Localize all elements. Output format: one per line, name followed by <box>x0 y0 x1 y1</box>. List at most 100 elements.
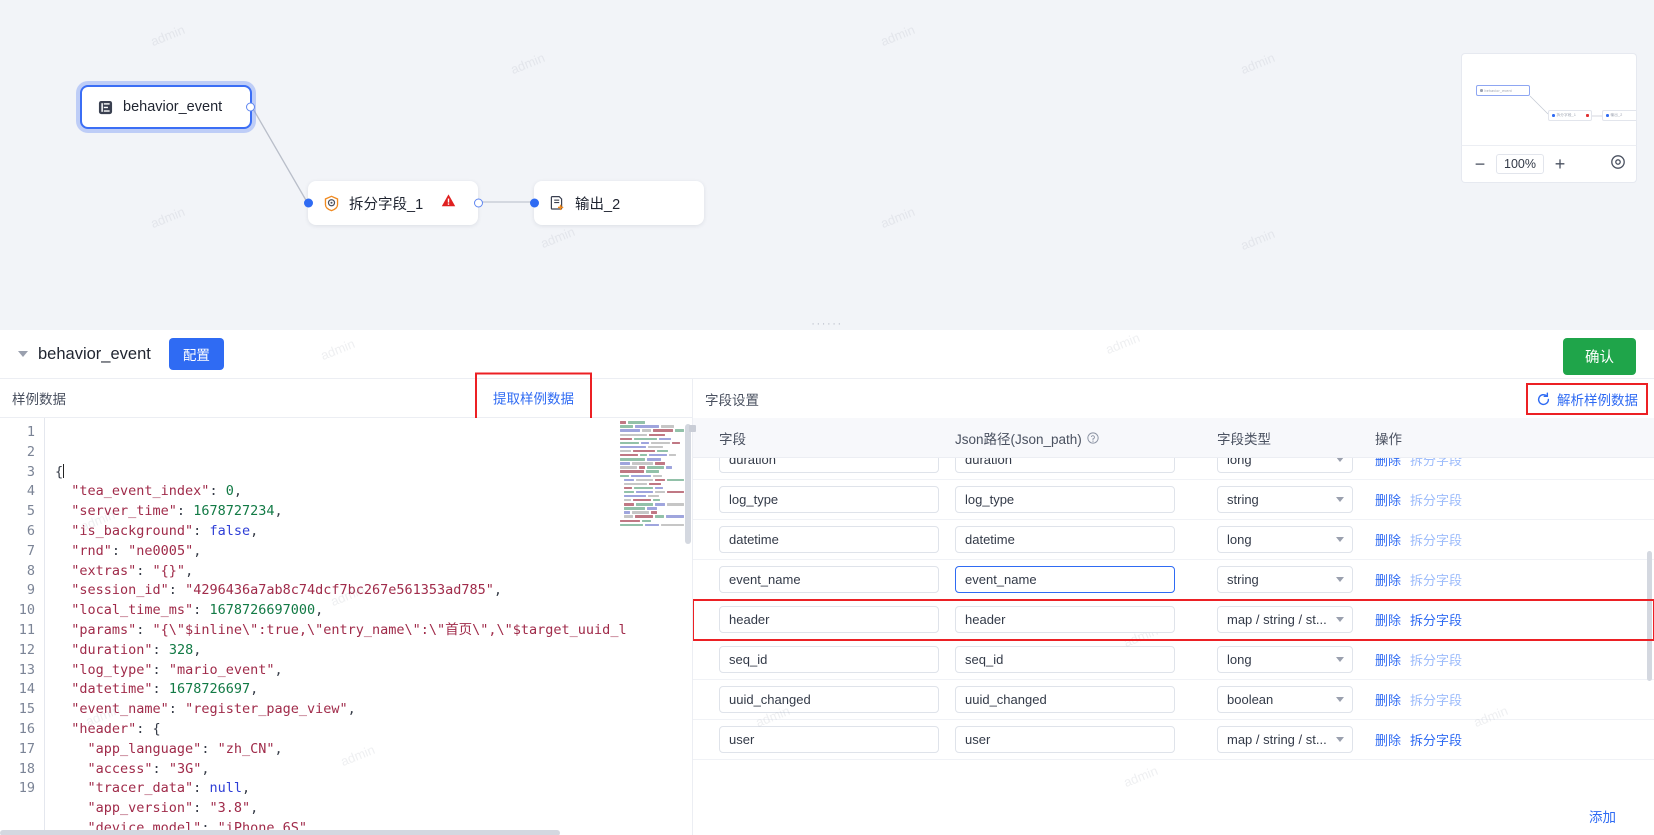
flow-node-label: 拆分字段_1 <box>349 196 424 213</box>
minimap-line <box>624 486 684 490</box>
minimap-node: 输出_2 <box>1602 110 1636 121</box>
json-path-input[interactable]: header <box>955 606 1175 633</box>
chevron-down-icon <box>1336 657 1344 662</box>
editor-minimap[interactable] <box>618 421 684 531</box>
zoom-in-button[interactable]: + <box>1552 155 1568 173</box>
editor-horizontal-scrollbar[interactable] <box>0 830 692 835</box>
delete-field-button[interactable]: 删除 <box>1375 458 1401 469</box>
node-input-port[interactable] <box>529 198 539 208</box>
minimap-line <box>620 437 684 441</box>
flow-node-output[interactable]: 输出_2 <box>529 181 704 225</box>
panel-splitter[interactable]: ······ <box>0 318 1654 330</box>
field-name-input[interactable]: user <box>719 726 939 753</box>
delete-field-button[interactable]: 删除 <box>1375 690 1401 709</box>
zoom-level-value[interactable]: 100% <box>1496 154 1544 174</box>
field-type-value: long <box>1227 532 1252 547</box>
fit-view-button[interactable] <box>1610 154 1626 175</box>
minimap-line <box>620 462 684 465</box>
zoom-toolbar[interactable]: − 100% + <box>1461 145 1637 183</box>
field-name-input[interactable]: seq_id <box>719 646 939 673</box>
json-path-input[interactable]: log_type <box>955 486 1175 513</box>
json-path-input[interactable]: duration <box>955 458 1175 473</box>
json-path-input[interactable]: user <box>955 726 1175 753</box>
field-settings-toolbar: 字段设置 解析样例数据 <box>693 379 1654 418</box>
canvas-minimap[interactable]: behavior_event 拆分字段_1 输出_2 <box>1461 53 1637 145</box>
editor-code-line: { <box>55 463 65 480</box>
table-row[interactable]: seq_id seq_id long 删除 拆分字段 <box>693 640 1654 680</box>
json-path-input[interactable]: event_name <box>955 566 1175 593</box>
json-path-input[interactable]: seq_id <box>955 646 1175 673</box>
field-table-body[interactable]: duration duration long 删除 拆分字段 log_type log_ty… <box>693 458 1654 796</box>
table-row[interactable]: datetime datetime long 删除 拆分字段 <box>693 520 1654 560</box>
field-name-input[interactable]: datetime <box>719 526 939 553</box>
table-row[interactable]: duration duration long 删除 拆分字段 <box>693 458 1654 480</box>
field-name-input[interactable]: event_name <box>719 566 939 593</box>
minimap-line <box>620 421 684 424</box>
editor-vertical-scrollbar[interactable] <box>685 424 691 544</box>
column-header-json-path: Json路径(Json_path) <box>955 428 1217 448</box>
table-row[interactable]: log_type log_type string 删除 拆分字段 <box>693 480 1654 520</box>
caret-down-icon[interactable] <box>18 351 28 357</box>
warning-triangle-icon[interactable] <box>441 194 456 213</box>
table-row[interactable]: user user map / string / st... 删除 拆分字段 <box>693 720 1654 760</box>
pane-resize-handle[interactable] <box>689 425 696 432</box>
confirm-button[interactable]: 确认 <box>1563 338 1636 375</box>
table-row[interactable]: event_name event_name string 删除 拆分字段 <box>693 560 1654 600</box>
table-row[interactable]: header header map / string / st... 删除 拆分字段 <box>693 599 1654 641</box>
parse-sample-data-highlight: 解析样例数据 <box>1526 383 1648 415</box>
field-type-select[interactable]: long <box>1217 646 1353 673</box>
field-type-select[interactable]: map / string / st... <box>1217 726 1353 753</box>
delete-field-button[interactable]: 删除 <box>1375 570 1401 589</box>
field-type-value: map / string / st... <box>1227 732 1327 747</box>
delete-field-button[interactable]: 删除 <box>1375 530 1401 549</box>
json-code-editor[interactable]: 1 2 3 4 5 6 7 8 9 10 11 12 13 14 15 16 17 18 19 { "tea_eve… <box>0 418 692 835</box>
flow-node-split-field[interactable]: 拆分字段_1 <box>303 181 483 225</box>
minimap-line <box>624 494 684 498</box>
parse-sample-data-button[interactable]: 解析样例数据 <box>1557 389 1638 409</box>
minimap-line <box>620 454 684 457</box>
chevron-down-icon <box>1336 737 1344 742</box>
node-input-port[interactable] <box>303 198 313 208</box>
editor-code-line: "tracer_data": null, <box>55 780 251 797</box>
split-field-button[interactable]: 拆分字段 <box>1410 730 1462 749</box>
field-type-select[interactable]: boolean <box>1217 686 1353 713</box>
field-name-input[interactable]: header <box>719 606 939 633</box>
minimap-line <box>620 449 684 453</box>
watermark: admin <box>1238 49 1277 78</box>
delete-field-button[interactable]: 删除 <box>1375 490 1401 509</box>
editor-code-line: "local_time_ms": 1678726697000, <box>55 602 324 619</box>
node-output-port[interactable] <box>245 102 255 112</box>
delete-field-button[interactable]: 删除 <box>1375 730 1401 749</box>
minimap-node-label: 输出_2 <box>1610 113 1623 117</box>
field-type-select[interactable]: string <box>1217 566 1353 593</box>
config-button[interactable]: 配置 <box>168 338 224 370</box>
field-type-select[interactable]: map / string / st... <box>1217 606 1353 633</box>
field-name-input[interactable]: log_type <box>719 486 939 513</box>
field-type-select[interactable]: string <box>1217 486 1353 513</box>
add-field-button[interactable]: 添加 <box>1589 806 1616 826</box>
json-path-input[interactable]: datetime <box>955 526 1175 553</box>
field-name-input[interactable]: duration <box>719 458 939 473</box>
zoom-out-button[interactable]: − <box>1472 155 1488 173</box>
flow-node-behavior-event[interactable]: behavior_event <box>80 85 255 129</box>
flow-canvas[interactable]: admin admin admin admin admin admin admi… <box>0 0 1654 318</box>
field-type-select[interactable]: long <box>1217 526 1353 553</box>
delete-field-button[interactable]: 删除 <box>1375 650 1401 669</box>
minimap-node-label: 拆分字段_1 <box>1556 113 1577 117</box>
help-circle-icon[interactable] <box>1087 431 1099 444</box>
split-field-button[interactable]: 拆分字段 <box>1410 610 1462 629</box>
panel-header: behavior_event 配置 admin admin 确认 <box>0 330 1654 378</box>
field-name-input[interactable]: uuid_changed <box>719 686 939 713</box>
delete-field-button[interactable]: 删除 <box>1375 610 1401 629</box>
editor-line-number: 14 <box>18 681 35 698</box>
json-path-input[interactable]: uuid_changed <box>955 686 1175 713</box>
minimap-line <box>620 433 684 436</box>
sample-data-label: 样例数据 <box>12 392 66 407</box>
node-output-port[interactable] <box>473 198 483 208</box>
output-doc-icon <box>548 194 566 212</box>
extract-sample-data-button[interactable]: 提取样例数据 <box>493 392 574 407</box>
field-type-select[interactable]: long <box>1217 458 1353 473</box>
editor-code-content[interactable]: { "tea_event_index": 0, "server_time": 1… <box>44 418 692 835</box>
editor-line-number: 6 <box>26 522 35 539</box>
table-row[interactable]: uuid_changed uuid_changed boolean 删除 拆分字段 <box>693 680 1654 720</box>
